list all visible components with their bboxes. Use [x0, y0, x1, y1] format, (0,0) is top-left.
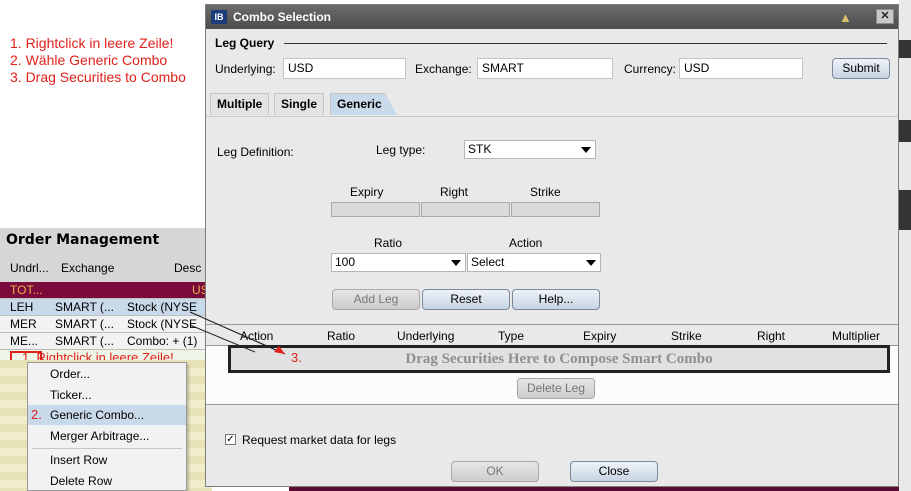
- drag-arrow-annotation: [189, 311, 286, 355]
